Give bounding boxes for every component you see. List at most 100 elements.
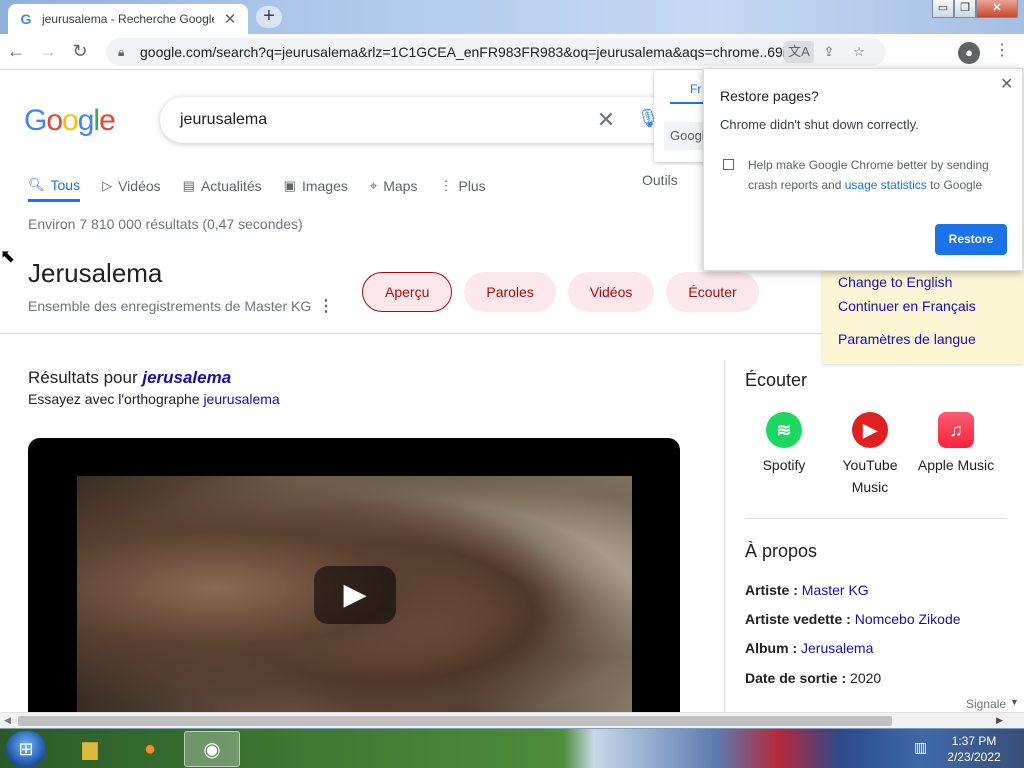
window-close-button[interactable]: ✕ [976,0,1018,18]
change-to-english-link[interactable]: Change to English [838,274,952,290]
chrome-menu-icon[interactable]: ⋮ [992,40,1012,60]
usage-statistics-link[interactable]: usage statistics [845,178,927,192]
translate-icon[interactable]: 文A [784,41,814,63]
clock-date: 2/23/2022 [947,750,1001,764]
tab-images[interactable]: ▣ Images [284,170,348,202]
spelling-correction: Résultats pour jerusalema [28,368,231,388]
fact-row: Artiste : Master KG [745,582,869,598]
address-bar[interactable]: 🔒︎ google.com/search?q=jeurusalema&rlz=1… [106,38,886,66]
continue-french-link[interactable]: Continuer en Français [838,298,976,314]
search-icon: 🔍︎ [28,176,45,192]
scroll-left-icon[interactable]: ◀ [4,715,11,726]
start-button-icon[interactable]: ⊞ [6,731,46,767]
corrected-query-link[interactable]: jerusalema [142,368,231,387]
report-link[interactable]: Signale [966,697,1006,711]
fact-label: Album : [745,640,801,656]
fact-row: Album : Jerusalema [745,640,873,656]
chip-videos[interactable]: Vidéos [567,272,655,312]
tab-label: Vidéos [118,178,161,194]
network-icon[interactable]: ▥ [914,739,927,756]
tab-title: jeurusalema - Recherche Google [42,12,214,26]
close-icon[interactable]: ✕ [1000,74,1013,94]
reload-icon[interactable]: ↻ [64,41,96,62]
bookmark-star-icon[interactable]: ☆ [844,44,874,60]
scroll-right-icon[interactable]: ▶ [996,715,1003,726]
restore-button[interactable]: Restore [935,224,1007,255]
checkbox-label: Help make Google Chrome better by sendin… [748,155,1010,195]
service-apple-music[interactable]: ♫ Apple Music [913,412,999,476]
knowledge-chips: Aperçu Paroles Vidéos Écouter [362,272,759,312]
taskbar-clock[interactable]: 1:37 PM 2/23/2022 [946,733,1002,765]
checkbox-text: to Google [926,178,983,192]
search-input[interactable]: jeurusalema [180,111,588,129]
divider [745,518,1007,519]
taskbar: ⊞ ▆ ● ◉ ▥ 1:37 PM 2/23/2022 [0,728,1024,768]
new-tab-button[interactable]: + [256,6,282,28]
logo-letter: e [99,104,116,137]
mouse-cursor-icon: ⬉ [0,246,16,266]
tab-tous[interactable]: 🔍︎ Tous [28,170,81,202]
google-logo[interactable]: Google [24,104,116,138]
browser-tab[interactable]: G jeurusalema - Recherche Google ✕ [8,4,248,34]
more-options-icon[interactable]: ⋮ [318,296,334,316]
restore-pages-dialog: Restore pages? ✕ Chrome didn't shut down… [703,68,1023,271]
service-spotify[interactable]: ≋ Spotify [741,412,827,476]
video-player[interactable]: ▶ [28,438,680,718]
tab-label: Plus [458,178,486,194]
tools-button[interactable]: Outils [642,172,678,188]
play-button-icon[interactable]: ▶ [314,566,396,624]
original-query-link[interactable]: jeurusalema [203,391,279,407]
service-youtube-music[interactable]: ▶ YouTube Music [827,412,913,498]
knowledge-title: Jerusalema [28,258,163,288]
tab-close-icon[interactable]: ✕ [222,10,238,28]
about-heading: À propos [745,541,818,561]
knowledge-subtitle: Ensemble des enregistrements de Master K… [28,298,312,314]
forward-icon[interactable]: → [32,41,64,62]
panel-divider [724,360,725,712]
horizontal-scrollbar[interactable]: ◀ ▶ [0,712,1024,728]
logo-letter: o [62,104,79,137]
play-icon: ▷ [102,178,113,193]
logo-letter: o [46,104,63,137]
fact-row: Date de sortie : 2020 [745,670,881,686]
image-icon: ▣ [283,178,296,193]
dialog-message: Chrome didn't shut down correctly. [720,117,919,132]
google-favicon-icon: G [20,11,32,27]
fact-value-link[interactable]: Nomcebo Zikode [855,611,961,627]
fact-value-link[interactable]: Jerusalema [801,640,873,656]
chrome-icon[interactable]: ◉ [184,731,240,767]
tab-plus[interactable]: ⋮ Plus [439,170,485,202]
file-explorer-icon[interactable]: ▆ [62,731,118,767]
correction-prefix: Résultats pour [28,368,143,387]
language-settings-link[interactable]: Paramètres de langue [838,331,976,347]
scrollbar-thumb[interactable] [18,716,892,726]
url-text[interactable]: google.com/search?q=jeurusalema&rlz=1C1G… [140,44,784,60]
dialog-title: Restore pages? [720,88,819,104]
lock-icon[interactable]: 🔒︎ [118,45,140,60]
service-label: YouTube Music [842,457,898,495]
minimize-button[interactable]: ▭ [932,0,954,18]
tab-actualites[interactable]: ▤ Actualités [183,170,262,202]
service-label: Spotify [762,457,806,473]
tab-maps[interactable]: ⌖ Maps [370,170,418,202]
fact-label: Date de sortie : [745,670,851,686]
fact-value-link[interactable]: Master KG [802,582,869,598]
spelling-original: Essayez avec l'orthographe jeurusalema [28,391,280,407]
chip-ecouter[interactable]: Écouter [666,272,759,312]
chip-apercu[interactable]: Aperçu [362,272,453,312]
firefox-icon[interactable]: ● [122,731,178,767]
maximize-button[interactable]: ❐ [954,0,976,18]
tab-videos[interactable]: ▷ Vidéos [102,170,161,202]
share-icon[interactable]: ⇪ [814,44,844,60]
chip-paroles[interactable]: Paroles [464,272,556,312]
search-box[interactable]: jeurusalema ✕ 🎙︎ [160,97,680,143]
fact-label: Artiste vedette : [745,611,855,627]
profile-avatar-icon[interactable]: ● [958,42,980,64]
more-vert-icon: ⋮ [439,178,453,193]
tab-label: Maps [383,178,418,194]
language-tab[interactable]: Fr [690,82,701,96]
scroll-down-icon[interactable]: ▼ [1010,697,1019,707]
crash-report-checkbox[interactable] [723,159,734,170]
clear-search-icon[interactable]: ✕ [588,107,624,133]
back-icon[interactable]: ← [0,41,32,62]
